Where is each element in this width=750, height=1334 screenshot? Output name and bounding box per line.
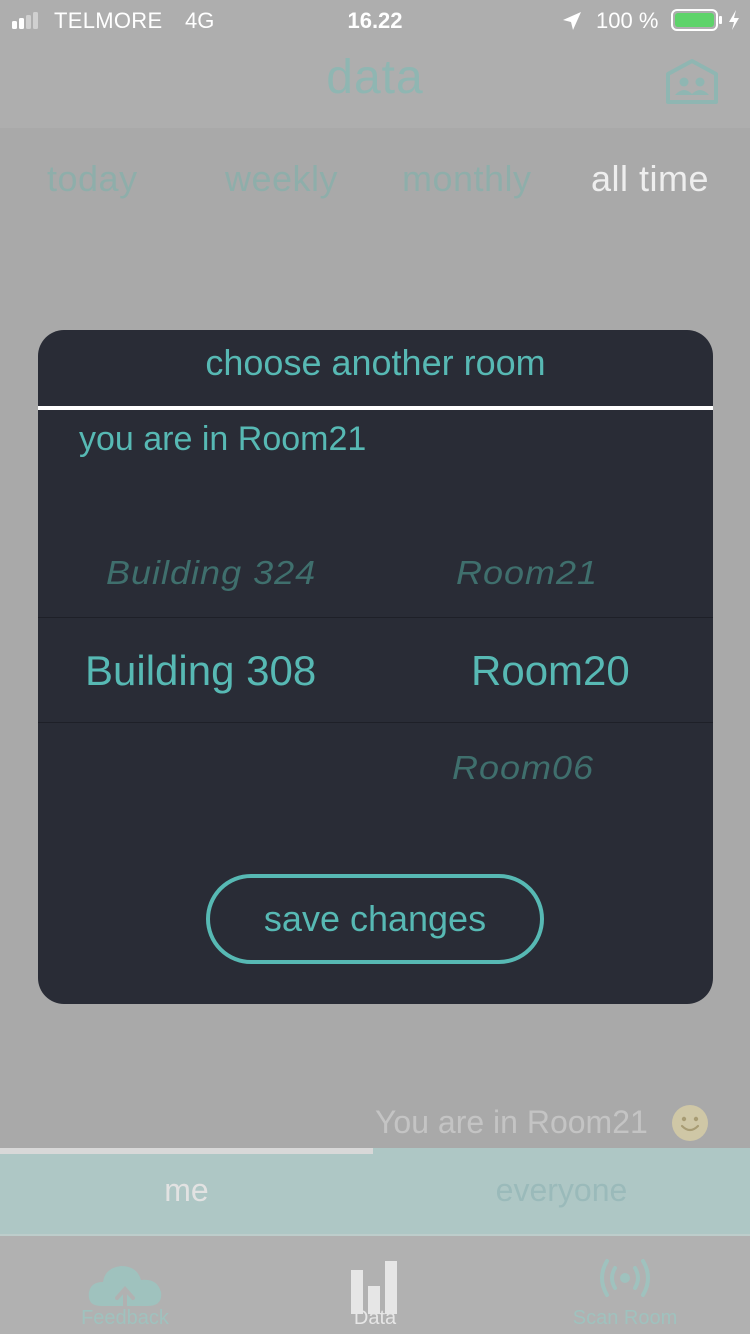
room-id-badge-icon[interactable] (664, 58, 720, 106)
room-option-selected[interactable]: Room20 (471, 647, 630, 695)
save-changes-button[interactable]: save changes (206, 874, 544, 964)
building-option-selected[interactable]: Building 308 (85, 647, 316, 695)
tab-scan-room-label: Scan Room (572, 1307, 678, 1329)
picker-selection-top-line (38, 617, 713, 618)
tab-scan-room[interactable]: Scan Room (500, 1234, 750, 1334)
tab-data[interactable]: Data (250, 1234, 500, 1334)
building-option[interactable]: Building 324 (106, 554, 316, 593)
tab-data-label: Data (353, 1307, 397, 1329)
battery-percent: 100 % (596, 8, 659, 33)
room-option[interactable]: Room21 (456, 554, 598, 593)
room-status-text: You are in Room21 (375, 1104, 648, 1140)
modal-divider (38, 406, 713, 410)
current-room-label: you are in Room21 (79, 420, 367, 458)
tab-weekly[interactable]: weekly (225, 158, 338, 200)
tab-monthly[interactable]: monthly (402, 158, 532, 200)
tab-feedback[interactable]: Feedback (0, 1234, 250, 1334)
tab-all-time[interactable]: all time (591, 158, 709, 200)
tab-feedback-label: Feedback (81, 1307, 169, 1329)
page-title: data (326, 51, 424, 104)
segment-selection-indicator (0, 1148, 373, 1154)
modal-title: choose another room (205, 342, 546, 383)
status-bar: TELMORE 4G 16.22 100 % (0, 0, 750, 40)
segment-me[interactable]: me (0, 1172, 373, 1209)
location-arrow-icon (563, 12, 581, 30)
picker-selection-bottom-line (38, 722, 713, 723)
smiley-face-icon (672, 1105, 708, 1141)
tab-today[interactable]: today (47, 158, 138, 200)
battery-icon (671, 9, 722, 31)
segment-everyone[interactable]: everyone (375, 1172, 748, 1209)
room-option[interactable]: Room06 (452, 749, 594, 788)
charging-bolt-icon (729, 10, 739, 30)
